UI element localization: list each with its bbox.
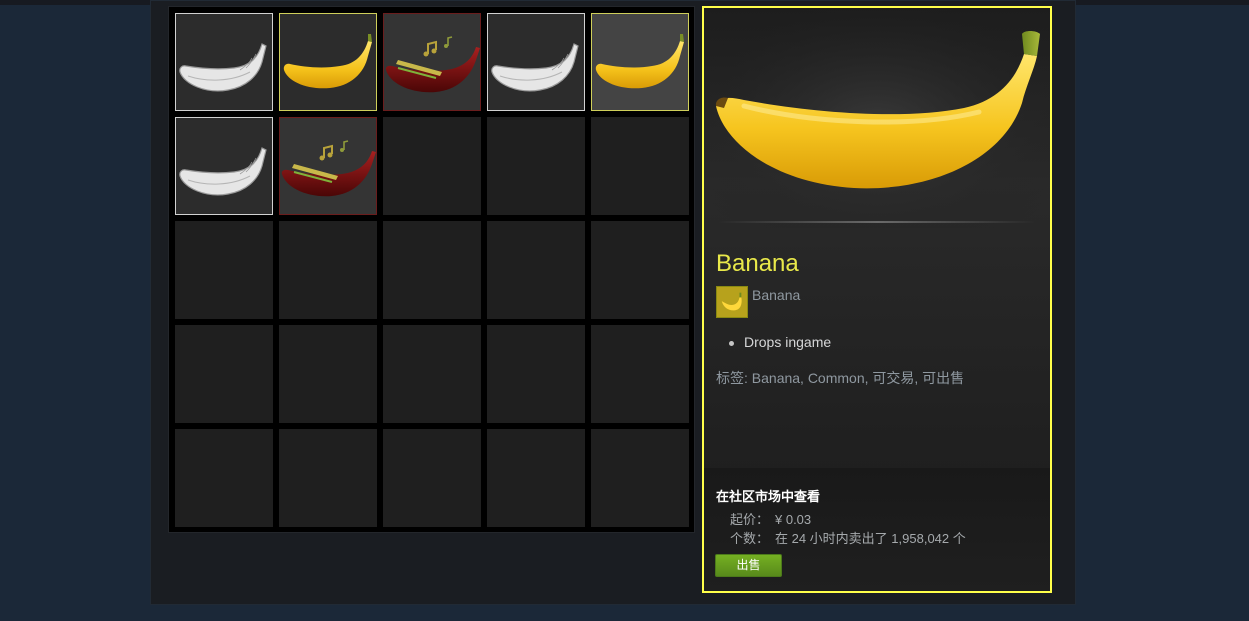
inventory-slot-empty[interactable] — [175, 325, 273, 423]
inventory-slot-empty[interactable] — [175, 429, 273, 527]
inventory-slot-empty[interactable] — [383, 221, 481, 319]
inventory-slot-empty[interactable] — [591, 325, 689, 423]
sell-button[interactable]: 出售 — [715, 554, 782, 577]
item-detail-panel: Banana Banana Drops ingame 标签: Banana, C… — [702, 6, 1052, 593]
inventory-slot-grey-banana[interactable] — [487, 13, 585, 111]
inventory-slot-music-banana[interactable] — [383, 13, 481, 111]
item-name: Banana — [716, 250, 799, 277]
inventory-slot-empty[interactable] — [383, 117, 481, 215]
inventory-slot-empty[interactable] — [591, 221, 689, 319]
divider — [719, 221, 1035, 223]
inventory-slot-empty[interactable] — [487, 117, 585, 215]
market-section: 在社区市场中查看 起价： ¥ 0.03 个数： 在 24 小时内卖出了 1,958,… — [704, 468, 1050, 591]
market-link[interactable]: 在社区市场中查看 — [716, 486, 820, 505]
inventory-slot-empty[interactable] — [591, 429, 689, 527]
inventory-slot-grey-banana[interactable] — [175, 13, 273, 111]
price-value: ¥ 0.03 — [775, 512, 812, 527]
inventory-grid — [168, 6, 695, 533]
game-icon[interactable] — [716, 286, 748, 318]
inventory-slot-empty[interactable] — [591, 117, 689, 215]
price-label: 起价： — [730, 512, 770, 527]
game-name-link[interactable]: Banana — [752, 287, 800, 303]
inventory-slot-empty[interactable] — [487, 429, 585, 527]
description-item: Drops ingame — [729, 334, 831, 350]
inventory-slot-empty[interactable] — [487, 325, 585, 423]
inventory-slot-empty[interactable] — [487, 221, 585, 319]
inventory-slot-empty[interactable] — [279, 325, 377, 423]
volume-row: 个数： 在 24 小时内卖出了 1,958,042 个 — [730, 528, 966, 547]
inventory-slot-yellow-banana[interactable] — [279, 13, 377, 111]
inventory-slot-empty[interactable] — [175, 221, 273, 319]
starting-price-row: 起价： ¥ 0.03 — [730, 509, 811, 528]
item-large-image — [704, 8, 1050, 228]
inventory-slot-music-banana[interactable] — [279, 117, 377, 215]
inventory-slot-grey-banana[interactable] — [175, 117, 273, 215]
item-descriptions: Drops ingame — [729, 334, 831, 350]
inventory-slot-empty[interactable] — [383, 325, 481, 423]
inventory-slot-empty[interactable] — [383, 429, 481, 527]
inventory-slot-yellow-banana[interactable] — [591, 13, 689, 111]
inventory-slot-empty[interactable] — [279, 429, 377, 527]
item-tags: 标签: Banana, Common, 可交易, 可出售 — [716, 370, 965, 386]
inventory-slot-empty[interactable] — [279, 221, 377, 319]
count-label: 个数： — [730, 531, 770, 546]
count-value: 在 24 小时内卖出了 1,958,042 个 — [775, 531, 966, 546]
